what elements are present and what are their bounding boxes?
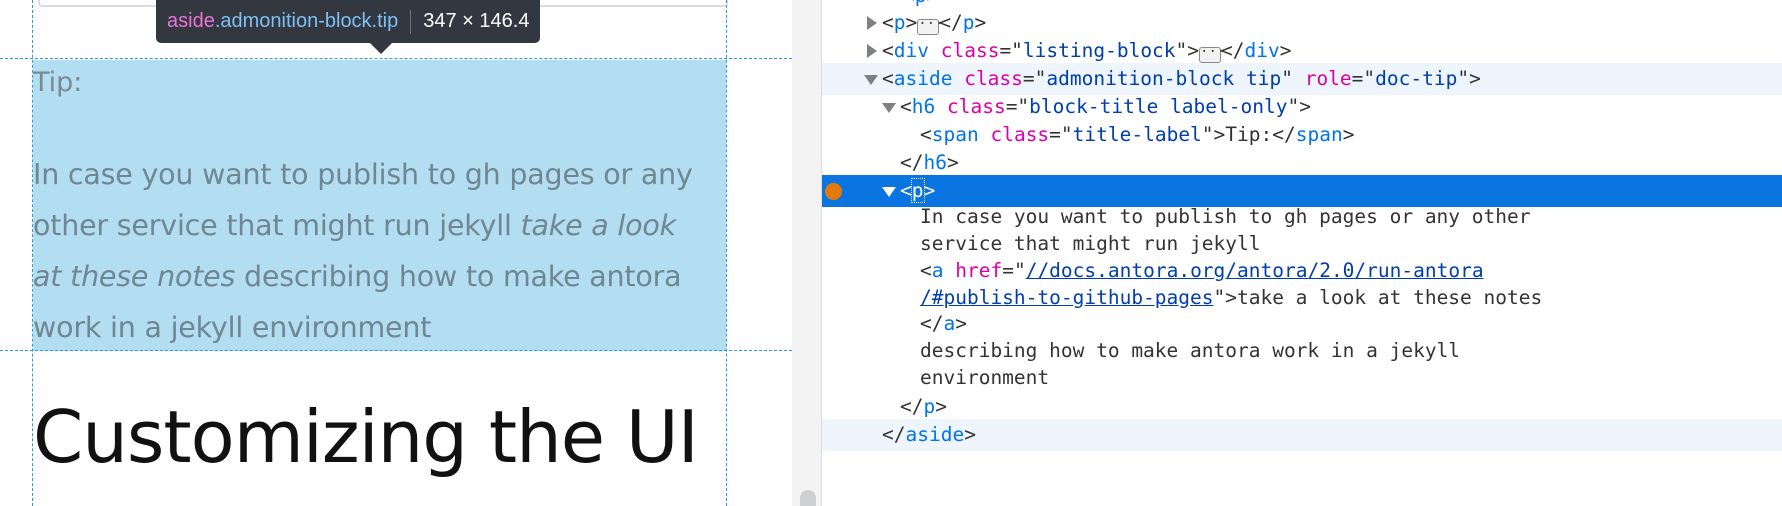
tooltip-arrow xyxy=(370,43,392,54)
panel-splitter[interactable] xyxy=(792,0,822,506)
markup-text-line-3[interactable]: describing how to make antora work in a … xyxy=(822,337,1782,365)
tooltip-separator xyxy=(410,9,412,34)
inspector-tooltip: aside .admonition-block.tip 347 × 146.4 xyxy=(156,0,541,43)
markup-row-a-cont[interactable]: /#publish-to-github-pages">take a look a… xyxy=(822,285,1782,311)
collapsed-ellipsis-icon[interactable]: ··· xyxy=(1199,45,1225,63)
href-link-part-1[interactable]: //docs.antora.org/antora/2.0/run-antora xyxy=(1026,259,1484,282)
tip-line-2-text: other service that might run jekyll xyxy=(33,209,521,242)
breakpoint-indicator-icon[interactable] xyxy=(825,183,842,200)
tip-label: Tip: xyxy=(33,67,83,98)
collapse-toggle-icon[interactable] xyxy=(882,187,896,197)
tooltip-tag: aside xyxy=(167,10,215,32)
markup-text-line-1[interactable]: In case you want to publish to gh pages … xyxy=(822,203,1782,231)
href-link-part-2[interactable]: /#publish-to-github-pages xyxy=(920,286,1214,309)
page-heading: Customizing the UI xyxy=(33,395,699,479)
markup-text-line-2[interactable]: service that might run jekyll xyxy=(822,231,1782,257)
tag-name: p xyxy=(893,11,906,34)
page-preview: Tip: In case you want to publish to gh p… xyxy=(0,0,792,506)
markup-row-a[interactable]: <a href="//docs.antora.org/antora/2.0/ru… xyxy=(822,257,1782,285)
tooltip-selector: .admonition-block.tip xyxy=(214,10,399,32)
tip-line-3-text: describing how to make antora xyxy=(235,260,682,293)
expand-toggle-icon[interactable] xyxy=(867,44,877,58)
tooltip-dimensions: 347 × 146.4 xyxy=(423,10,530,32)
markup-text-line-4[interactable]: environment xyxy=(822,365,1782,391)
scrollbar-thumb[interactable] xyxy=(800,490,816,506)
collapse-toggle-icon[interactable] xyxy=(882,103,896,113)
tip-link-part-2[interactable]: at these notes xyxy=(33,260,235,293)
markup-row-aside-close[interactable]: </aside> xyxy=(822,419,1782,451)
markup-row-a-close[interactable]: </a> xyxy=(822,311,1782,337)
tip-line-2: other service that might run jekyll take… xyxy=(33,200,733,251)
tip-link-part-1[interactable]: take a look xyxy=(521,209,677,242)
expand-toggle-icon[interactable] xyxy=(867,16,877,30)
tip-line-4: work in a jekyll environment xyxy=(33,311,432,344)
tip-line-1: In case you want to publish to gh pages … xyxy=(33,158,693,191)
tip-line-3: at these notes describing how to make an… xyxy=(33,251,733,302)
markup-view: <p> <p>···</p> <div class="listing-block… xyxy=(822,0,1782,506)
collapsed-ellipsis-icon[interactable]: ··· xyxy=(917,17,944,35)
guide-line-top xyxy=(0,58,792,59)
tip-paragraph: In case you want to publish to gh pages … xyxy=(33,149,733,353)
collapse-toggle-icon[interactable] xyxy=(864,75,878,85)
